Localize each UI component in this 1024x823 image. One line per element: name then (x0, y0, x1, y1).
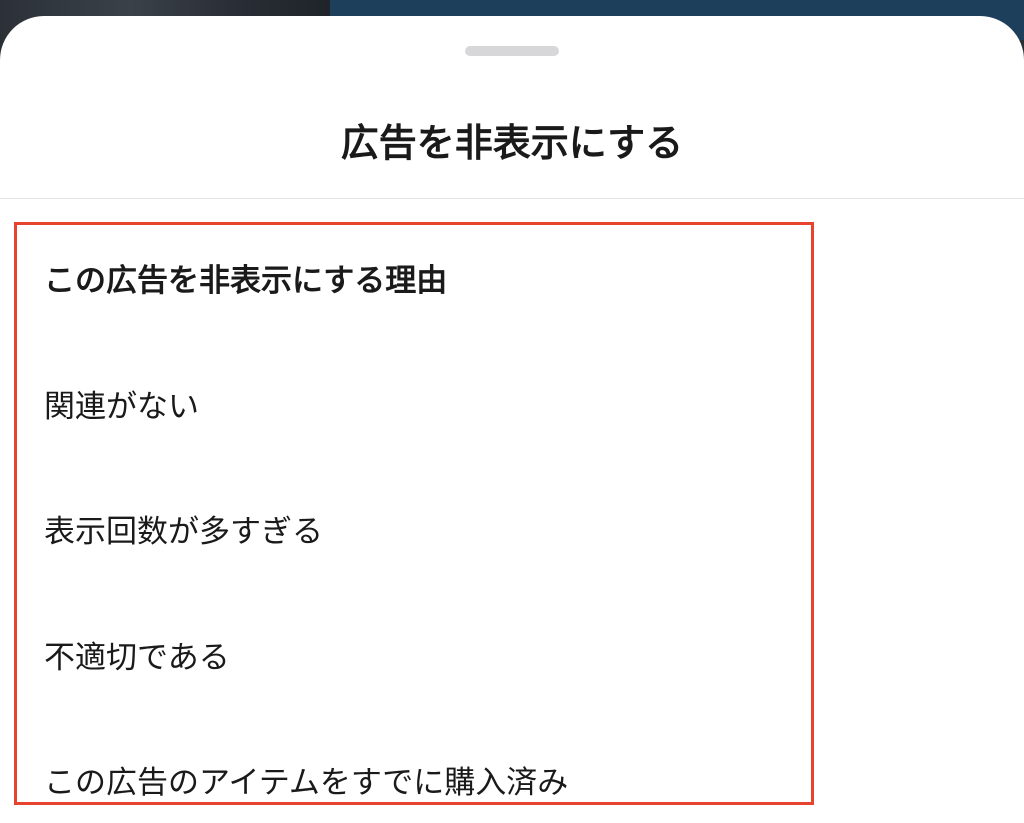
sheet-title: 広告を非表示にする (340, 121, 684, 165)
sheet-grabber-handle[interactable] (465, 46, 559, 56)
highlighted-reasons-box: この広告を非表示にする理由 関連がない 表示回数が多すぎる 不適切である この広… (14, 222, 814, 805)
reason-option-already-purchased[interactable]: この広告のアイテムをすでに購入済み (44, 763, 568, 802)
divider (0, 198, 1024, 199)
reason-option-not-relevant[interactable]: 関連がない (44, 387, 199, 427)
reason-option-inappropriate[interactable]: 不適切である (44, 638, 230, 678)
reasons-heading: この広告を非表示にする理由 (44, 263, 448, 299)
reason-option-seen-too-often[interactable]: 表示回数が多すぎる (44, 512, 323, 552)
bottom-sheet: 広告を非表示にする この広告を非表示にする理由 関連がない 表示回数が多すぎる … (0, 16, 1024, 823)
